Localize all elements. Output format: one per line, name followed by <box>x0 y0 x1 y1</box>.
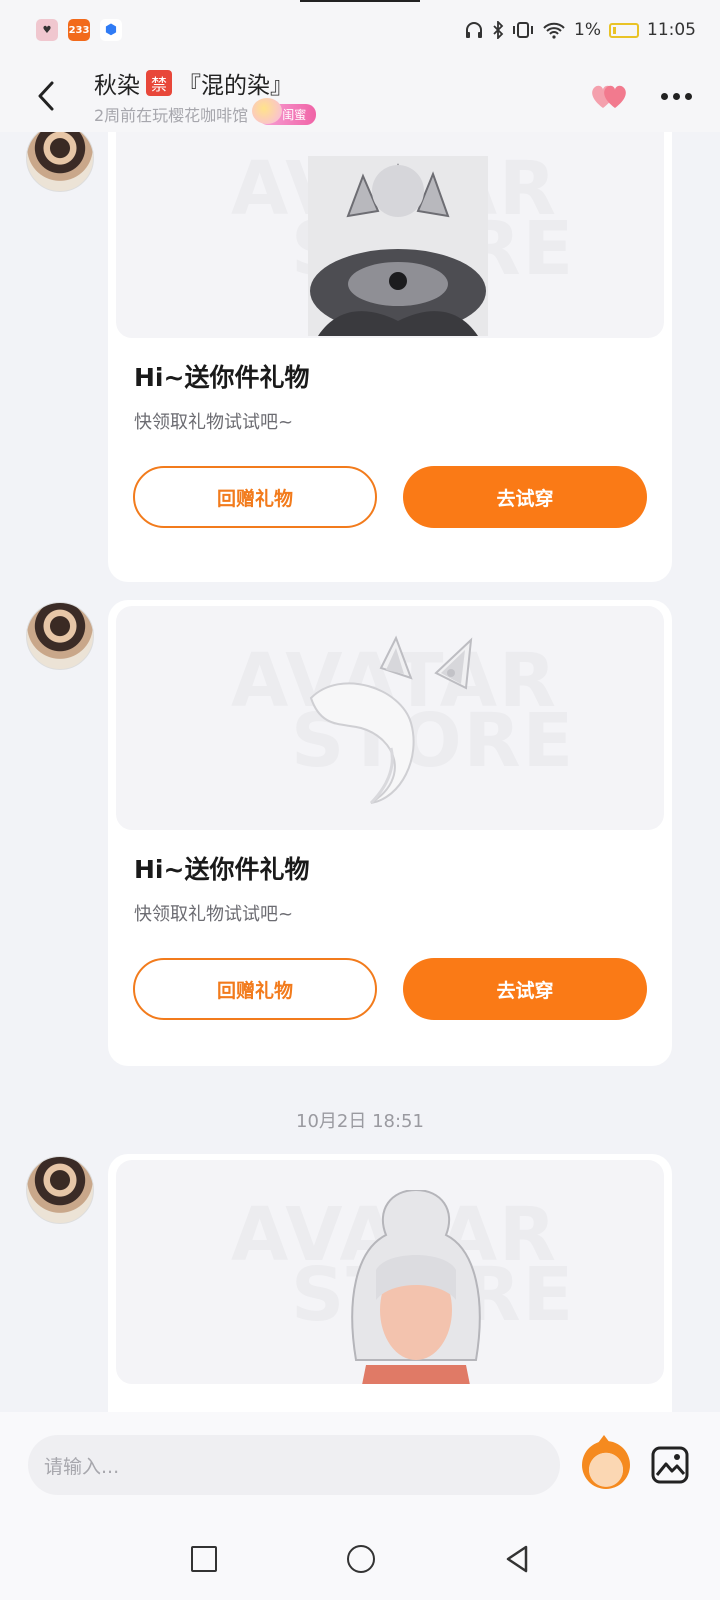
contact-nickname: 『混的染』 <box>178 73 293 99</box>
gift-description: 快领取礼物试试吧~ <box>134 412 294 433</box>
notification-shield-icon: ⬢ <box>100 19 122 41</box>
home-button[interactable] <box>347 1545 375 1573</box>
camera-notch-line <box>300 0 420 2</box>
notification-233-icon: 233 <box>68 19 90 41</box>
try-on-button[interactable]: 去试穿 <box>403 958 647 1020</box>
sender-avatar[interactable] <box>26 1156 94 1224</box>
more-options-button[interactable] <box>661 92 692 100</box>
wifi-icon <box>543 22 565 39</box>
system-nav-bar <box>0 1518 720 1600</box>
mascot-emoji-button[interactable] <box>582 1435 630 1489</box>
star-deco-icon <box>252 97 283 124</box>
contact-name: 秋染 <box>94 73 140 99</box>
contact-info[interactable]: 秋染 禁 『混的染』 2周前在玩樱花咖啡馆 闺蜜 <box>94 66 317 126</box>
recents-button[interactable] <box>191 1546 217 1572</box>
last-active-status: 2周前在玩樱花咖啡馆 <box>94 106 249 125</box>
input-bar: 请输入... <box>0 1412 720 1518</box>
back-button[interactable] <box>16 60 76 132</box>
back-triangle-icon[interactable] <box>505 1545 529 1573</box>
gift-preview-image[interactable]: AVATARSTORE <box>116 1160 664 1384</box>
gift-preview-image[interactable]: AVATARSTORE <box>116 132 664 338</box>
return-gift-button[interactable]: 回赠礼物 <box>133 958 377 1020</box>
ban-badge: 禁 <box>146 70 172 96</box>
intimacy-hearts-icon[interactable] <box>589 81 631 111</box>
white-ponytail-hair-icon <box>351 1190 481 1384</box>
chat-header: 秋染 禁 『混的染』 2周前在玩樱花咖啡馆 闺蜜 <box>0 60 720 132</box>
fox-ears-tail-icon <box>309 635 473 805</box>
notification-app-icon: ♥ <box>36 19 58 41</box>
headphones-icon <box>466 22 483 38</box>
message-list[interactable]: AVATARSTORE Hi~送你件礼物 快领取礼物试试吧~ 回赠礼物 去试穿 … <box>0 132 720 1412</box>
relation-tag-label: 闺蜜 <box>282 107 307 122</box>
gift-description: 快领取礼物试试吧~ <box>134 904 294 925</box>
battery-icon <box>609 22 639 38</box>
crown-headpiece-icon <box>308 156 488 336</box>
sender-avatar[interactable] <box>26 132 94 192</box>
gift-preview-image[interactable]: AVATARSTORE <box>116 606 664 830</box>
status-bar: ♥ 233 ⬢ 1% 11:05 <box>0 0 720 60</box>
clock: 11:05 <box>647 20 696 40</box>
message-timestamp: 10月2日 18:51 <box>296 1111 424 1132</box>
gift-card: AVATARSTORE <box>108 1154 672 1412</box>
gift-card: AVATARSTORE Hi~送你件礼物 快领取礼物试试吧~ 回赠礼物 去试穿 <box>108 132 672 582</box>
image-picker-icon[interactable] <box>650 1445 690 1485</box>
chevron-left-icon <box>38 81 54 111</box>
sender-avatar[interactable] <box>26 602 94 670</box>
gift-title: Hi~送你件礼物 <box>134 855 310 884</box>
gift-title: Hi~送你件礼物 <box>134 363 310 392</box>
vibrate-icon <box>513 22 534 38</box>
message-input[interactable]: 请输入... <box>28 1435 560 1495</box>
battery-percent: 1% <box>574 20 601 40</box>
gift-card: AVATARSTORE Hi~送你件礼物 快领取礼物试试吧~ 回赠礼物 去试穿 <box>108 600 672 1066</box>
bluetooth-icon <box>493 21 504 39</box>
try-on-button[interactable]: 去试穿 <box>403 466 647 528</box>
return-gift-button[interactable]: 回赠礼物 <box>133 466 377 528</box>
relation-tag: 闺蜜 <box>252 97 317 125</box>
